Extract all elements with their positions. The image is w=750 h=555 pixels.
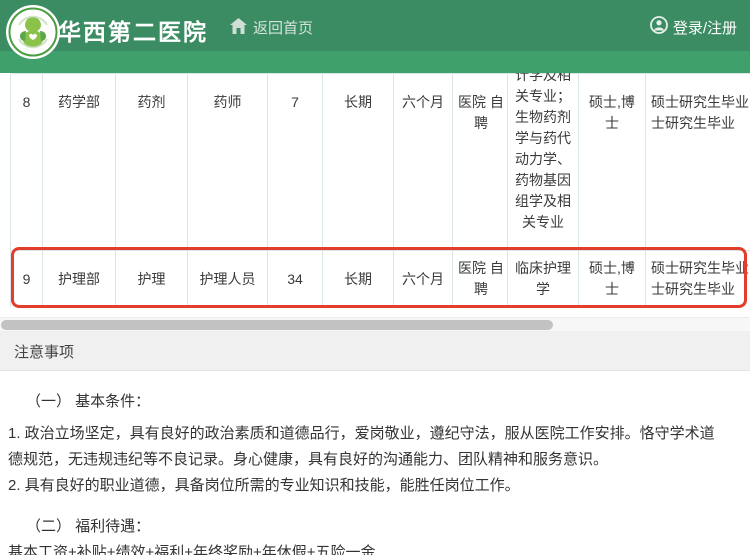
cell-major: 药剂 (115, 73, 188, 251)
cell-degree: 硕士,博士 (578, 73, 646, 251)
cell-probation: 六个月 (393, 250, 453, 307)
page: 华西第二医院 返回首页 登录/注册 8 药学部 药剂 药师 7 长期 六个月 医… (0, 0, 750, 555)
cell-hire-type: 医院 自聘 (452, 250, 508, 307)
jobs-table: 8 药学部 药剂 药师 7 长期 六个月 医院 自聘 与卫生统计学及相关专业；生… (10, 73, 750, 307)
cell-post: 药师 (187, 73, 268, 251)
cell-requirement: 临床护理学 (507, 250, 579, 307)
cell-major: 护理 (115, 250, 188, 307)
notice-item: 2. 具有良好的职业道德，具备岗位所需的专业知识和技能，能胜任岗位工作。 (8, 477, 520, 494)
jobs-table-viewport[interactable]: 8 药学部 药剂 药师 7 长期 六个月 医院 自聘 与卫生统计学及相关专业；生… (10, 73, 750, 307)
cell-term: 长期 (322, 250, 394, 307)
cell-department: 护理部 (42, 250, 116, 307)
notice-item: 基本工资+补贴+绩效+福利+年终奖励+年休假+五险一金 (8, 544, 376, 555)
login-register-label: 登录/注册 (672, 19, 737, 37)
notice-section1-title: （一） 基本条件： (26, 393, 151, 410)
home-icon (230, 17, 247, 38)
notice-body: （一） 基本条件： 1. 政治立场坚定，具有良好的政治素质和道德品行，爱岗敬业，… (0, 371, 750, 555)
cell-term: 长期 (322, 73, 394, 251)
notice-item: 1. 政治立场坚定，具有良好的政治素质和道德品行，爱岗敬业，遵纪守法，服从医院工… (8, 425, 715, 468)
login-register-link[interactable]: 登录/注册 (649, 16, 737, 38)
cell-probation: 六个月 (393, 73, 453, 251)
cell-education: 硕士研究生毕业,博士研究生毕业 (645, 73, 750, 251)
home-link[interactable]: 返回首页 (230, 17, 313, 38)
horizontal-scrollbar[interactable] (0, 317, 750, 331)
cell-requirement: 与卫生统计学及相关专业；生物药剂学与药代动力学、药物基因组学及相关专业 (507, 73, 579, 251)
cell-degree: 硕士,博士 (578, 250, 646, 307)
user-icon (649, 16, 668, 38)
home-link-label: 返回首页 (253, 20, 314, 37)
hospital-logo[interactable] (6, 5, 60, 59)
cell-count: 7 (267, 73, 323, 251)
cell-hire-type: 医院 自聘 (452, 73, 508, 251)
notice-header: 注意事项 (0, 331, 750, 371)
cell-post: 护理人员 (187, 250, 268, 307)
table-row: 8 药学部 药剂 药师 7 长期 六个月 医院 自聘 与卫生统计学及相关专业；生… (10, 73, 750, 251)
table-header-sliver (0, 51, 750, 73)
cell-no: 8 (10, 73, 43, 251)
site-title: 华西第二医院 (58, 19, 208, 45)
notice-section2-title: （二） 福利待遇： (26, 518, 151, 535)
cell-count: 34 (267, 250, 323, 307)
cell-department: 药学部 (42, 73, 116, 251)
notice-heading: 注意事项 (14, 344, 75, 361)
table-row-highlighted: 9 护理部 护理 护理人员 34 长期 六个月 医院 自聘 临床护理学 硕士,博… (10, 250, 750, 307)
scrollbar-thumb[interactable] (1, 320, 553, 330)
cell-no: 9 (10, 250, 43, 307)
cell-education: 硕士研究生毕业,博士研究生毕业 (645, 250, 750, 307)
